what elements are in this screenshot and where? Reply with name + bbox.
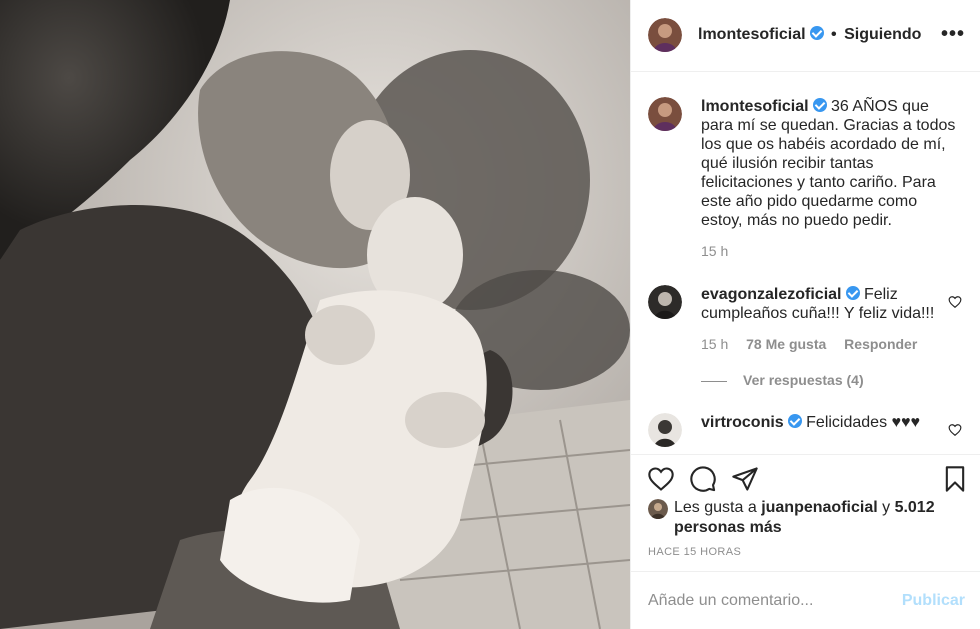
post-side-panel: lmontesoficial • Siguiendo ••• lmontesof… [630, 0, 980, 629]
save-bookmark-icon [945, 466, 965, 492]
bookmark-icon[interactable] [941, 465, 969, 493]
caption-avatar[interactable] [648, 97, 682, 131]
comment-body: virtroconis Felicidades ♥♥♥ [701, 413, 956, 432]
likes-text: Les gusta a juanpenaoficial y 5.012 pers… [674, 498, 964, 538]
comment-username[interactable]: virtroconis [701, 414, 784, 431]
caption-time[interactable]: 15 h [701, 243, 728, 259]
author-avatar[interactable] [648, 18, 682, 52]
comment-avatar-image [648, 285, 682, 319]
heart-icon [948, 296, 962, 309]
comment-username[interactable]: evagonzalezoficial [701, 286, 842, 303]
comment-meta: 15 h 78 Me gusta Responder [701, 336, 931, 352]
heart-icon [648, 467, 674, 491]
liker-avatar-image [648, 499, 668, 519]
liker-username[interactable]: juanpenaoficial [761, 499, 877, 516]
view-replies-button[interactable]: Ver respuestas (4) [701, 372, 864, 388]
verified-badge-icon [787, 414, 802, 428]
publish-button[interactable]: Publicar [902, 592, 965, 610]
liker-avatar[interactable] [648, 499, 668, 519]
share-icon[interactable] [731, 465, 759, 493]
post-photo[interactable] [0, 0, 630, 629]
caption-body: lmontesoficial 36 AÑOS que para mí se qu… [701, 97, 956, 230]
separator-dot: • [831, 26, 837, 43]
likes-prefix: Les gusta a [674, 499, 757, 516]
follow-button[interactable]: Siguiendo [844, 26, 921, 43]
add-comment-bar: Añade un comentario... Publicar [631, 571, 980, 629]
verified-badge-icon [812, 98, 827, 112]
caption-meta: 15 h [701, 243, 742, 259]
more-options-icon[interactable]: ••• [941, 24, 965, 44]
comment-icon[interactable] [689, 465, 717, 493]
likes-joiner: y [882, 499, 891, 516]
comment-like-heart-icon[interactable] [948, 295, 962, 309]
comment-likes-count[interactable]: 78 Me gusta [746, 336, 826, 352]
comment-body: evagonzalezoficial Feliz cumpleaños cuña… [701, 285, 956, 323]
comments-list[interactable]: lmontesoficial 36 AÑOS que para mí se qu… [631, 73, 980, 453]
verified-badge-icon [845, 286, 860, 300]
header-line: lmontesoficial • Siguiendo [698, 26, 921, 44]
comment-avatar[interactable] [648, 413, 682, 447]
post-actions-bar [631, 454, 980, 500]
comment-input[interactable]: Añade un comentario... [648, 592, 813, 610]
reply-button[interactable]: Responder [844, 336, 917, 352]
like-heart-icon[interactable] [647, 465, 675, 493]
post-photo-image [0, 0, 630, 629]
view-replies-label: Ver respuestas (4) [743, 372, 864, 388]
replies-divider [701, 380, 727, 382]
caption-avatar-image [648, 97, 682, 131]
comment-text: Felicidades ♥♥♥ [806, 414, 921, 431]
comment-avatar-image [648, 413, 682, 447]
caption-username[interactable]: lmontesoficial [701, 98, 809, 115]
post-header: lmontesoficial • Siguiendo ••• [631, 0, 980, 72]
heart-icon [948, 424, 962, 437]
comment-avatar[interactable] [648, 285, 682, 319]
post-timestamp[interactable]: HACE 15 HORAS [648, 546, 741, 558]
comment-like-heart-icon[interactable] [948, 423, 962, 437]
paper-plane-icon [732, 467, 758, 491]
verified-badge-icon [809, 26, 824, 40]
author-avatar-image [648, 18, 682, 52]
comment-bubble-icon [690, 466, 716, 492]
author-username[interactable]: lmontesoficial [698, 26, 806, 43]
caption-text: 36 AÑOS que para mí se quedan. Gracias a… [701, 98, 956, 229]
comment-time[interactable]: 15 h [701, 336, 728, 352]
